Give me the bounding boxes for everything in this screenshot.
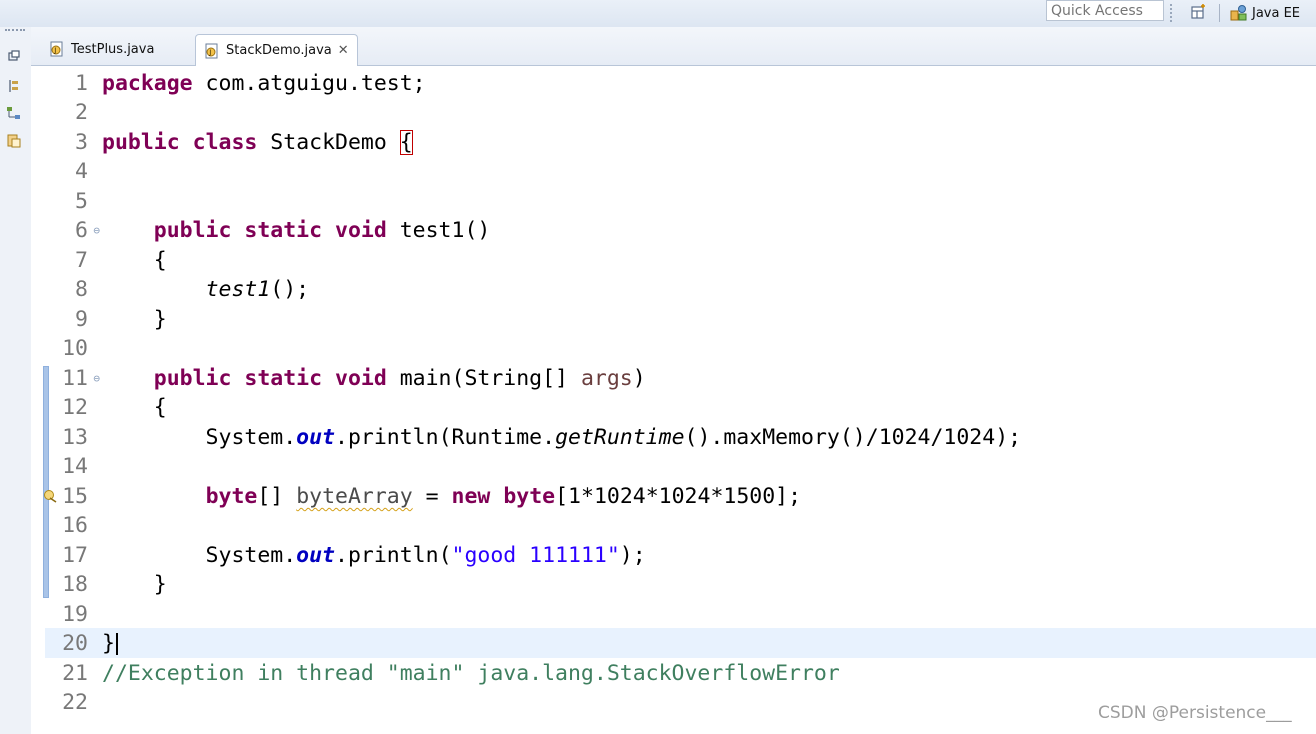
toolbar-separator <box>1219 4 1220 22</box>
close-tab-icon[interactable]: ✕ <box>338 43 349 58</box>
line-number: 18 <box>62 572 88 597</box>
line-number: 1 <box>75 71 88 96</box>
main-toolbar: Java EE <box>0 0 1316 28</box>
code-line-2: 2 <box>31 98 102 128</box>
line-number: 13 <box>62 425 88 450</box>
svg-text:J: J <box>208 48 211 56</box>
svg-text:J: J <box>53 47 56 55</box>
restore-icon[interactable] <box>6 49 22 65</box>
code-line-1: 1 package com.atguigu.test; <box>31 69 426 99</box>
code-line-21: 21 //Exception in thread "main" java.lan… <box>31 659 840 689</box>
line-number: 17 <box>62 543 88 568</box>
code-line-13: 13 System.out.println(Runtime.getRuntime… <box>31 423 1021 453</box>
code-line-20: 20 } <box>31 629 118 659</box>
tab-testplus[interactable]: J TestPlus.java <box>41 34 162 64</box>
line-number: 3 <box>75 130 88 155</box>
code-line-11: 11 ⊖ public static void main(String[] arg… <box>31 364 646 394</box>
line-number: 21 <box>62 661 88 686</box>
line-number: 11 ⊖ <box>31 364 100 394</box>
java-ee-perspective-icon <box>1230 5 1247 21</box>
line-number: 10 <box>62 336 88 361</box>
code-line-12: 12 { <box>31 393 167 423</box>
code-line-17: 17 System.out.println("good 111111"); <box>31 541 646 571</box>
open-perspective-icon[interactable] <box>1190 3 1208 21</box>
code-line-7: 7 { <box>31 246 167 276</box>
code-editor[interactable]: 1 package com.atguigu.test; 2 3 public c… <box>31 66 1316 734</box>
code-line-5: 5 <box>31 187 102 217</box>
line-number: 6 ⊖ <box>31 216 100 246</box>
code-line-15: 15 byte[] byteArray = new byte[1*1024*10… <box>31 482 801 512</box>
toolbar-grip[interactable] <box>1170 4 1175 22</box>
tab-stackdemo[interactable]: J StackDemo.java ✕ <box>195 34 358 66</box>
code-line-9: 9 } <box>31 305 167 335</box>
current-line-highlight <box>45 628 1316 658</box>
line-number: 15 <box>62 484 88 509</box>
code-line-19: 19 <box>31 600 102 630</box>
line-number: 12 <box>62 395 88 420</box>
code-line-4: 4 <box>31 157 102 187</box>
code-line-8: 8 test1(); <box>31 275 309 305</box>
code-line-14: 14 <box>31 452 102 482</box>
java-ee-perspective-button[interactable]: Java EE <box>1230 2 1300 24</box>
code-line-3: 3 public class StackDemo { <box>31 128 413 158</box>
text-caret <box>115 633 118 655</box>
code-line-10: 10 <box>31 334 102 364</box>
line-number: 16 <box>62 513 88 538</box>
code-line-6: 6 ⊖ public static void test1() <box>31 216 490 246</box>
tab-label: TestPlus.java <box>71 41 155 57</box>
line-number: 14 <box>62 454 88 479</box>
line-number: 22 <box>62 690 88 715</box>
line-number: 4 <box>75 159 88 184</box>
tab-label: StackDemo.java <box>226 43 332 58</box>
code-line-22: 22 <box>31 688 102 718</box>
line-number: 20 <box>62 631 88 656</box>
line-number: 8 <box>75 277 88 302</box>
line-number: 19 <box>62 602 88 627</box>
type-hierarchy-icon[interactable] <box>6 105 22 121</box>
java-file-icon: J <box>50 41 63 57</box>
trim-grip[interactable] <box>5 29 25 31</box>
quick-access-input[interactable] <box>1046 0 1164 21</box>
fold-collapse-icon[interactable]: ⊖ <box>93 216 100 246</box>
unused-variable-warning: byteArray <box>296 484 413 509</box>
left-trim-stack <box>0 27 32 734</box>
code-line-16: 16 <box>31 511 102 541</box>
editor-tab-strip: J TestPlus.java J StackDemo.java ✕ <box>31 27 1316 66</box>
perspective-label: Java EE <box>1252 5 1301 21</box>
outline-icon[interactable] <box>6 133 22 149</box>
java-file-icon: J <box>205 43 218 58</box>
package-explorer-icon[interactable] <box>6 78 22 94</box>
code-line-18: 18 } <box>31 570 167 600</box>
matching-brace: { <box>399 130 413 155</box>
fold-collapse-icon[interactable]: ⊖ <box>93 364 100 394</box>
line-number: 9 <box>75 307 88 332</box>
watermark: CSDN @Persistence___ <box>1098 703 1292 723</box>
line-number: 5 <box>75 189 88 214</box>
line-number: 2 <box>75 100 88 125</box>
line-number: 7 <box>75 248 88 273</box>
